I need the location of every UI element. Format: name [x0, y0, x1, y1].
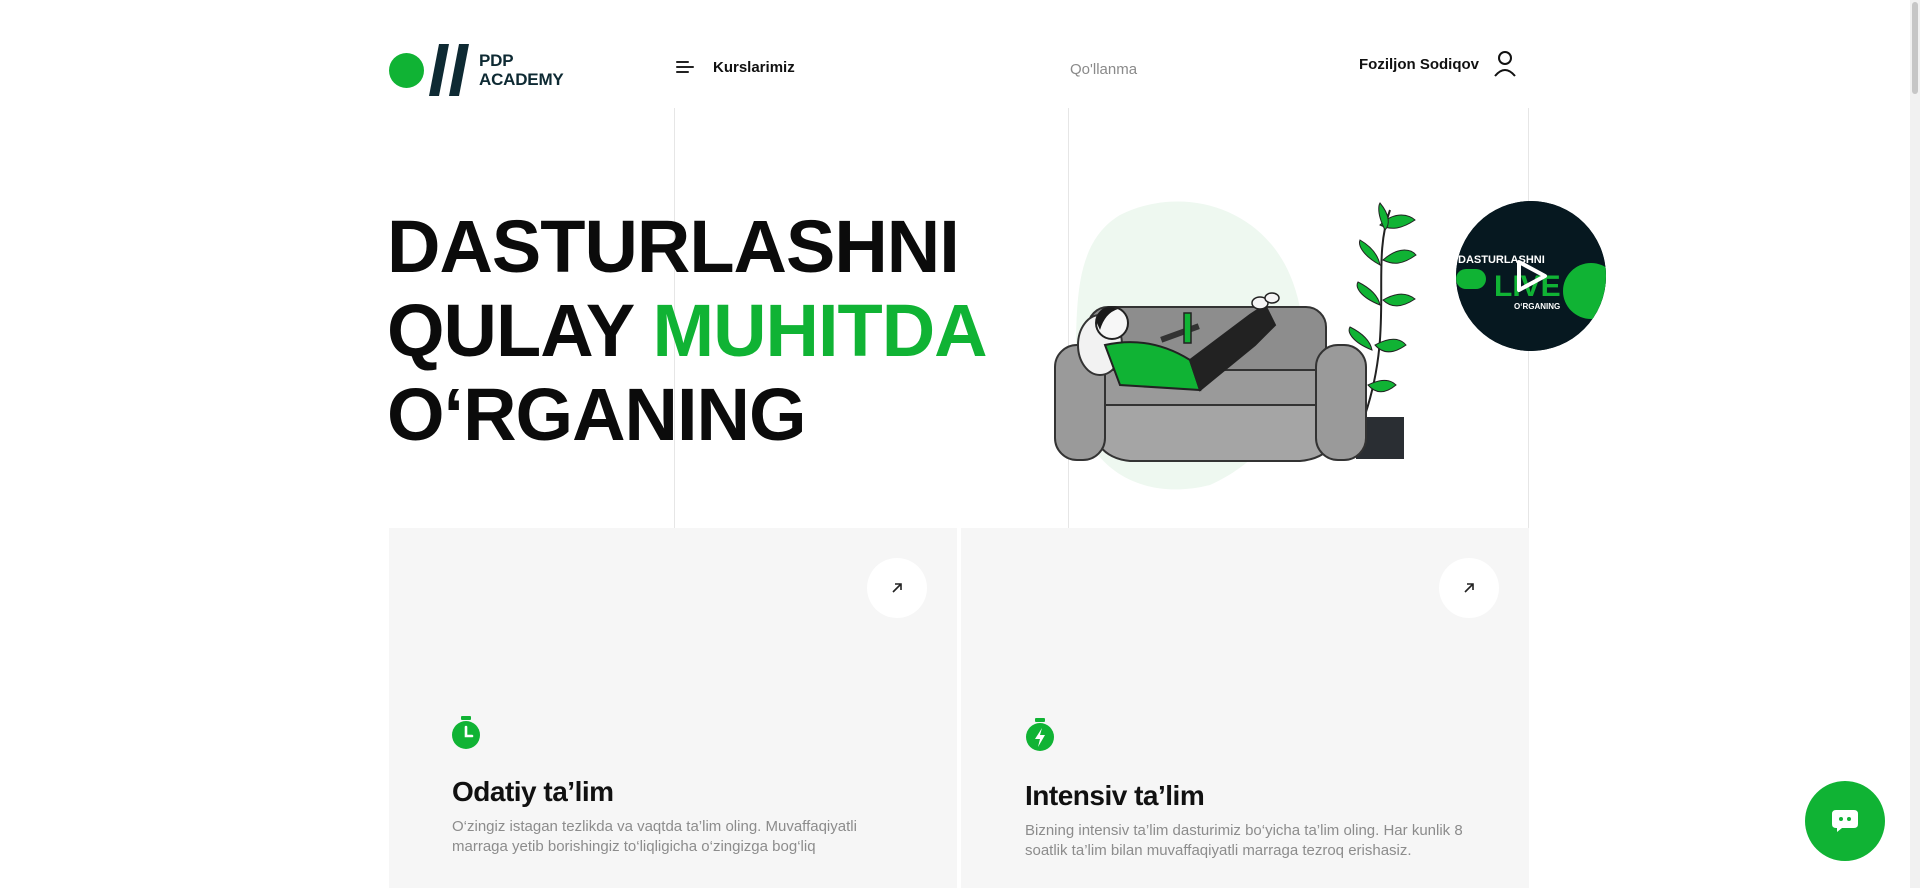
card-title: Odatiy ta’lim [452, 776, 614, 807]
card-title: Intensiv ta’lim [1025, 780, 1205, 811]
card-arrow-button[interactable] [867, 558, 927, 618]
learning-modes: Odatiy ta’lim O‘zingiz istagan tezlikda … [389, 528, 1529, 888]
card-description: Bizning intensiv ta’lim dasturimiz bo‘yi… [1025, 822, 1463, 859]
hero-line2-accent: MUHITDA [652, 289, 987, 372]
card-arrow-button[interactable] [1439, 558, 1499, 618]
guide-link[interactable]: Qo'llanma [1070, 61, 1137, 78]
card-description: O‘zingiz istagan tezlikda va vaqtda ta’l… [452, 818, 857, 855]
hero-line1: DASTURLASHNI [387, 205, 960, 288]
user-profile[interactable]: Foziljon Sodiqov [1359, 50, 1517, 78]
courses-label: Kurslarimiz [713, 58, 795, 76]
video-thumb-line3: O‘RGANING [1514, 302, 1560, 311]
lightning-stopwatch-icon [1026, 718, 1054, 751]
chat-button[interactable] [1805, 781, 1885, 861]
arrow-up-right-icon [892, 583, 902, 593]
site-header: PDP ACADEMY Kurslarimiz Qo'llanma Fozilj… [0, 0, 1920, 108]
menu-icon [676, 58, 694, 76]
hero-line2: QULAY MUHITDA [387, 289, 988, 373]
stopwatch-icon [452, 716, 480, 749]
hero-line2-text: QULAY [387, 289, 634, 372]
logo-dot-icon [389, 52, 424, 88]
card-intensive-learning[interactable]: Intensiv ta’lim Bizning intensiv ta’lim … [961, 528, 1529, 888]
hero-title: DASTURLASHNI QULAY MUHITDA O‘RGANING [387, 205, 988, 457]
hero-illustration [1054, 201, 1417, 490]
scrollbar-thumb[interactable] [1912, 2, 1918, 94]
user-icon [1494, 51, 1516, 77]
card-regular-learning[interactable]: Odatiy ta’lim O‘zingiz istagan tezlikda … [389, 528, 957, 888]
play-icon [1517, 260, 1547, 292]
logo-line1: PDP [479, 51, 514, 70]
pdp-academy-logo[interactable]: PDP ACADEMY [389, 44, 564, 96]
page-scrollbar[interactable] [1910, 0, 1920, 888]
chat-icon [1832, 810, 1858, 832]
logo-text: PDP ACADEMY [479, 51, 564, 89]
user-name: Foziljon Sodiqov [1359, 55, 1479, 73]
arrow-up-right-icon [1464, 583, 1474, 593]
intro-video-thumbnail[interactable]: DASTURLASHNI LIVE O‘RGANING [1456, 201, 1606, 351]
logo-slashes-icon [429, 44, 469, 96]
courses-menu-button[interactable]: Kurslarimiz [676, 58, 795, 76]
hero-line3: O‘RGANING [387, 373, 807, 456]
logo-line2: ACADEMY [479, 70, 564, 89]
